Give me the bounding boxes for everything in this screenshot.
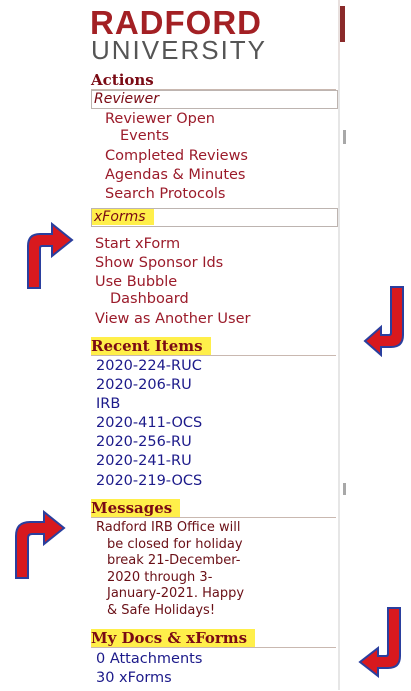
show-sponsor-ids-link[interactable]: Show Sponsor Ids [95,254,223,273]
logo-university: UNIVERSITY [91,35,268,65]
recent-item[interactable]: 2020-224-RUC [96,357,202,376]
completed-reviews-link[interactable]: Completed Reviews [105,147,248,166]
message-line: be closed for holiday [107,536,243,552]
recent-items-title: Recent Items [91,337,211,355]
messages-header: Messages [91,499,336,518]
reviewer-tab[interactable]: Reviewer [91,90,338,109]
message-line: 2020 through 3- [107,569,213,585]
actions-header: Actions [91,72,336,90]
xforms-tab[interactable]: xForms [91,208,338,227]
recent-item[interactable]: 2020-241-RU [96,452,192,471]
use-bubble-dashboard-link[interactable]: Use Bubble Dashboard [95,273,189,309]
divider-main [338,60,340,690]
view-as-another-user-link[interactable]: View as Another User [95,310,250,329]
dashboard-label: Dashboard [110,291,189,307]
xforms-tab-label: xForms [92,209,154,225]
attachments-link[interactable]: 0 Attachments [96,650,202,669]
messages-title: Messages [91,499,181,517]
events-label: Events [120,128,170,144]
xforms-count-link[interactable]: 30 xForms [96,669,172,688]
reviewer-open-events-link[interactable]: Reviewer Open Events [105,110,215,146]
start-xform-link[interactable]: Start xForm [95,235,180,254]
scroll-tick-1 [343,130,346,144]
recent-item[interactable]: 2020-206-RU [96,376,192,395]
recent-item[interactable]: 2020-256-RU [96,433,192,452]
recent-item[interactable]: 2020-219-OCS [96,472,202,491]
message-line: Radford IRB Office will [96,520,241,535]
my-docs-title: My Docs & xForms [91,629,256,647]
actions-title: Actions [91,71,154,89]
arrow-icon-recent-items [363,286,404,357]
message-line: & Safe Holidays! [107,602,216,618]
recent-item[interactable]: 2020-411-OCS [96,414,202,433]
search-protocols-link[interactable]: Search Protocols [105,185,225,204]
message-line: January-2021. Happy [107,586,245,601]
arrow-icon-messages [15,509,66,579]
message-text: Radford IRB Office will be closed for ho… [96,520,336,619]
divider-mark [340,6,345,42]
recent-item[interactable]: IRB [96,395,120,414]
agendas-minutes-link[interactable]: Agendas & Minutes [105,166,245,185]
arrow-icon-xforms [27,221,74,289]
arrow-icon-my-docs [358,607,401,678]
scroll-tick-2 [343,483,346,495]
recent-items-header: Recent Items [91,337,336,356]
message-line: break 21-December- [107,553,241,568]
reviewer-tab-label: Reviewer [94,91,159,107]
my-docs-header: My Docs & xForms [91,629,336,648]
